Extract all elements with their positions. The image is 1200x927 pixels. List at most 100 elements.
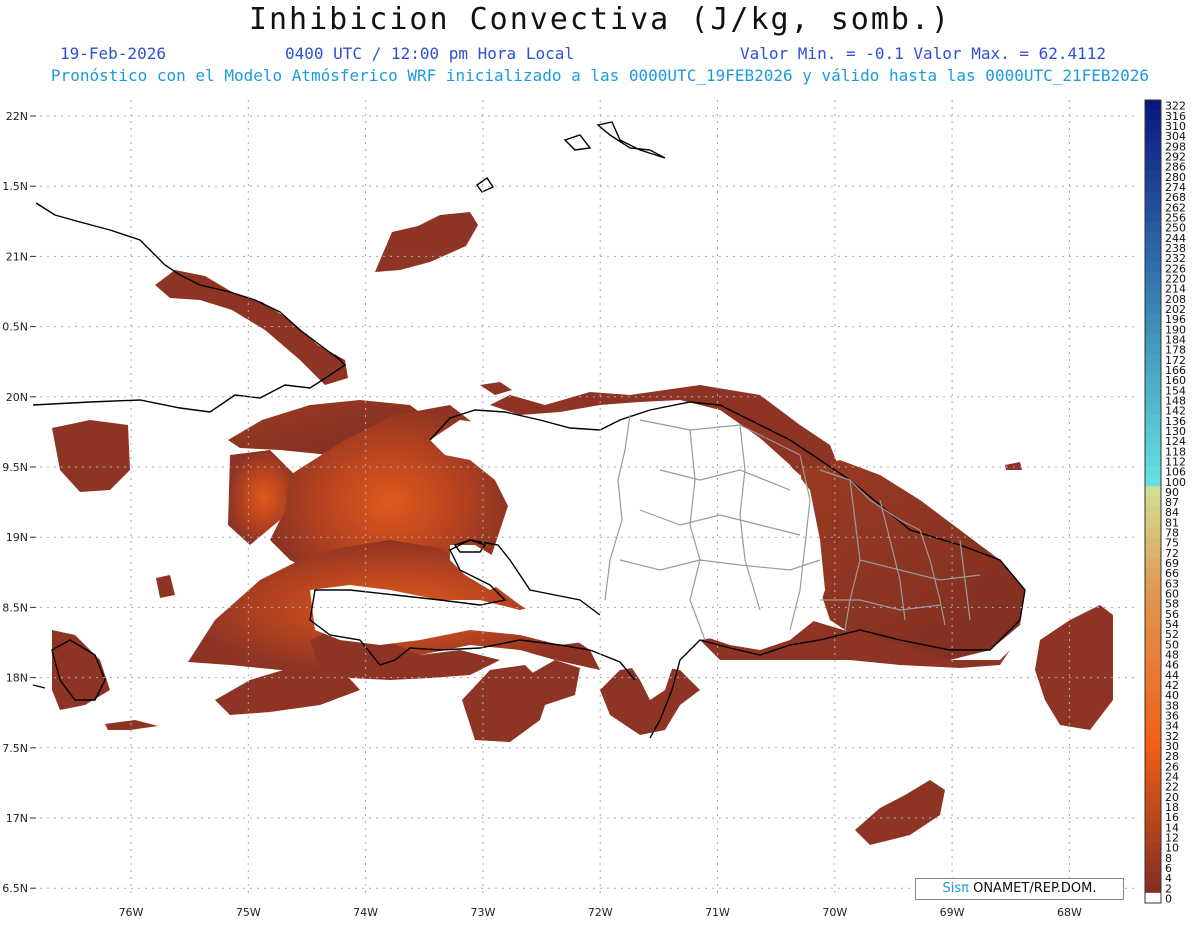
colorbar-swatch	[1145, 262, 1161, 274]
colorbar-swatch	[1145, 384, 1161, 396]
credit-box: Sisπ ONAMET/REP.DOM.	[915, 878, 1124, 900]
colorbar-swatch	[1145, 374, 1161, 385]
colorbar-swatch	[1145, 526, 1161, 538]
colorbar-swatch	[1145, 892, 1161, 904]
colorbar-swatch	[1145, 506, 1161, 518]
colorbar-swatch	[1145, 842, 1161, 853]
colorbar-swatch	[1145, 720, 1161, 731]
colorbar-swatch	[1145, 476, 1161, 487]
colorbar-swatch	[1145, 699, 1161, 711]
colorbar-swatch	[1145, 150, 1161, 162]
colorbar-swatch	[1145, 120, 1161, 131]
colorbar-swatch	[1145, 882, 1161, 894]
colorbar-swatch	[1145, 221, 1161, 233]
colorbar-swatch	[1145, 577, 1161, 589]
colorbar-swatch	[1145, 465, 1161, 477]
colorbar-swatch	[1145, 110, 1161, 121]
colorbar-swatch	[1145, 435, 1161, 446]
colorbar-swatch	[1145, 394, 1161, 406]
lat-label: 1.5N	[2, 180, 28, 193]
lat-label: 22N	[6, 110, 28, 123]
colorbar-swatch	[1145, 333, 1161, 345]
colorbar-swatch	[1145, 669, 1161, 680]
colorbar-swatch	[1145, 171, 1161, 182]
lat-label: 19N	[6, 531, 28, 544]
lat-label: 8.5N	[2, 601, 28, 614]
lat-label: 17N	[6, 812, 28, 825]
colorbar-swatch	[1145, 862, 1161, 873]
lat-label: 7.5N	[2, 742, 28, 755]
lon-label: 71W	[705, 906, 730, 919]
colorbar-swatch	[1145, 730, 1161, 741]
colorbar-swatch	[1145, 516, 1161, 528]
colorbar-swatch	[1145, 211, 1161, 223]
colorbar-swatch	[1145, 415, 1161, 426]
colorbar-swatch	[1145, 201, 1161, 213]
lon-label: 72W	[588, 906, 613, 919]
lon-label: 75W	[236, 906, 261, 919]
colorbar-swatch	[1145, 252, 1161, 263]
colorbar-swatch	[1145, 598, 1161, 609]
colorbar-swatch	[1145, 313, 1161, 324]
colorbar-swatch	[1145, 293, 1161, 304]
lon-label: 73W	[470, 906, 495, 919]
colorbar	[1144, 99, 1162, 904]
colorbar-label: 0	[1165, 893, 1172, 906]
colorbar-swatch	[1145, 191, 1161, 202]
colorbar-swatch	[1145, 557, 1161, 568]
colorbar-swatch	[1145, 140, 1161, 152]
colorbar-swatch	[1145, 455, 1161, 467]
colorbar-swatch	[1145, 496, 1161, 507]
colorbar-swatch	[1145, 831, 1161, 843]
lon-label: 76W	[119, 906, 144, 919]
map-canvas: 22N 1.5N 21N 0.5N 20N 9.5N 19N 8.5N 18N 7.5N 17N 6.…	[2, 99, 1186, 919]
colorbar-swatch	[1145, 760, 1161, 772]
colorbar-swatch	[1145, 486, 1161, 497]
colorbar-swatch	[1145, 587, 1161, 599]
colorbar-swatch	[1145, 303, 1161, 314]
lon-label: 68W	[1057, 906, 1082, 919]
credit-text: ONAMET/REP.DOM.	[968, 881, 1097, 896]
colorbar-swatch	[1145, 791, 1161, 802]
colorbar-swatch	[1145, 770, 1161, 782]
colorbar-swatch	[1145, 364, 1161, 375]
colorbar-swatch	[1145, 781, 1161, 792]
colorbar-swatch	[1145, 801, 1161, 812]
colorbar-swatch	[1145, 181, 1161, 192]
colorbar-swatch	[1145, 679, 1161, 690]
longitude-labels: 76W 75W 74W 73W 72W 71W 70W 69W 68W	[119, 906, 1082, 919]
colorbar-swatch	[1145, 282, 1161, 294]
colorbar-swatch	[1145, 547, 1161, 558]
lat-label: 0.5N	[2, 321, 28, 334]
colorbar-swatch	[1145, 811, 1161, 822]
lat-label: 9.5N	[2, 461, 28, 474]
colorbar-swatch	[1145, 343, 1161, 355]
lat-label: 18N	[6, 672, 28, 685]
colorbar-swatch	[1145, 130, 1161, 141]
colorbar-swatch	[1145, 272, 1161, 284]
colorbar-swatch	[1145, 608, 1161, 619]
colorbar-swatch	[1145, 537, 1161, 548]
colorbar-swatch	[1145, 323, 1161, 335]
colorbar-swatch	[1145, 740, 1161, 751]
lat-label: 21N	[6, 250, 28, 263]
sispi-logo: Sisπ	[942, 881, 969, 896]
lon-label: 70W	[822, 906, 847, 919]
colorbar-swatch	[1145, 404, 1161, 416]
lon-label: 69W	[940, 906, 965, 919]
lon-label: 74W	[353, 906, 378, 919]
colorbar-swatch	[1145, 648, 1161, 660]
colorbar-swatch	[1145, 821, 1161, 833]
lat-label: 6.5N	[2, 882, 28, 895]
colorbar-swatch	[1145, 354, 1161, 365]
colorbar-swatch	[1145, 618, 1161, 629]
colorbar-swatch	[1145, 852, 1161, 863]
colorbar-swatch	[1145, 425, 1161, 436]
lat-label: 20N	[6, 391, 28, 404]
colorbar-swatch	[1145, 242, 1161, 253]
colorbar-swatch	[1145, 628, 1161, 640]
colorbar-swatch	[1145, 100, 1161, 111]
colorbar-swatch	[1145, 232, 1161, 243]
colorbar-swatch	[1145, 638, 1161, 650]
latitude-labels: 22N 1.5N 21N 0.5N 20N 9.5N 19N 8.5N 18N 7.5N 17N 6.…	[2, 110, 28, 895]
